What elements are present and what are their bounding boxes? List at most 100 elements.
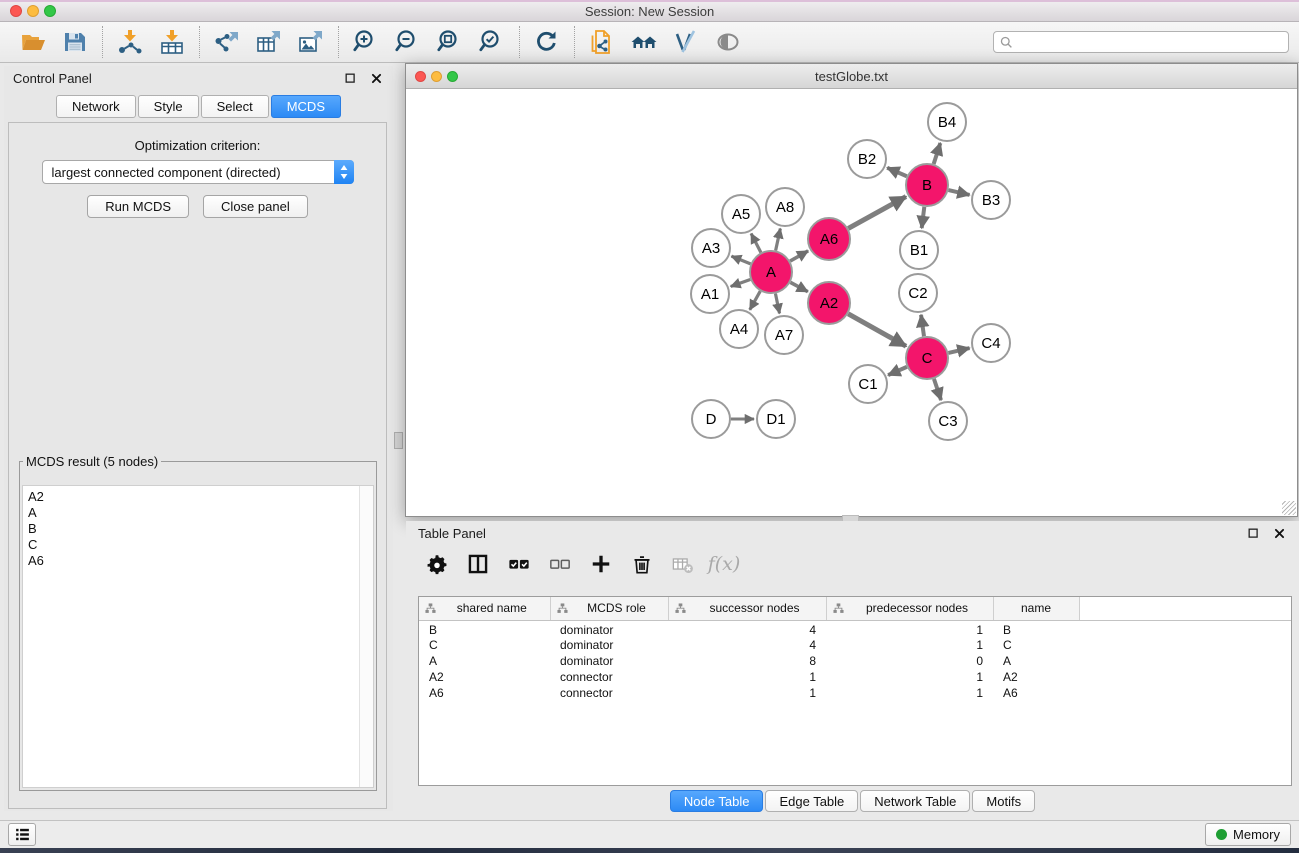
- refresh-button[interactable]: [532, 28, 562, 56]
- graph-edge-C-C4[interactable]: [948, 348, 969, 353]
- column-header-successor-nodes[interactable]: successor nodes: [668, 597, 826, 620]
- vertical-splitter-handle[interactable]: [394, 432, 403, 449]
- import-table-button[interactable]: [157, 28, 187, 56]
- network-canvas[interactable]: A A1 A2 A3 A4 A5 A6 A7 A8 B B1 B2 B3 B4 C C1 C2 C3 C4 D D1: [406, 90, 1297, 516]
- graph-node-A2[interactable]: A2: [808, 282, 850, 324]
- task-history-button[interactable]: [8, 823, 36, 846]
- search-box[interactable]: [993, 31, 1289, 53]
- delete-button[interactable]: [629, 551, 655, 577]
- graph-node-A8[interactable]: A8: [766, 188, 804, 226]
- tab-network-table[interactable]: Network Table: [860, 790, 970, 812]
- tab-motifs[interactable]: Motifs: [972, 790, 1035, 812]
- graph-node-B4[interactable]: B4: [928, 103, 966, 141]
- graph-node-A7[interactable]: A7: [765, 316, 803, 354]
- export-network-button[interactable]: [212, 28, 242, 56]
- open-file-button[interactable]: [18, 28, 48, 56]
- graph-edge-C-C3[interactable]: [934, 379, 941, 400]
- table-row[interactable]: Adominator80A: [419, 653, 1291, 669]
- close-panel-icon[interactable]: [368, 70, 384, 86]
- graph-node-A5[interactable]: A5: [722, 195, 760, 233]
- network-view-window: testGlobe.txt AA1A2A3A4A5A6A7A8BB1B2B3B4…: [405, 63, 1298, 517]
- graph-node-C4[interactable]: C4: [972, 324, 1010, 362]
- graph-edge-C-C1[interactable]: [888, 367, 907, 375]
- criterion-dropdown[interactable]: largest connected component (directed): [42, 160, 354, 184]
- graph-node-D[interactable]: D: [692, 400, 730, 438]
- export-image-button[interactable]: [296, 28, 326, 56]
- graph-edge-A2-C[interactable]: [848, 314, 906, 346]
- hide-panels-button[interactable]: [671, 28, 701, 56]
- table-float-panel-icon[interactable]: [1245, 525, 1261, 541]
- add-button[interactable]: [588, 551, 614, 577]
- select-all-button[interactable]: [506, 551, 532, 577]
- graph-node-C3[interactable]: C3: [929, 402, 967, 440]
- search-input[interactable]: [1017, 35, 1282, 49]
- graph-edge-A-A4[interactable]: [750, 291, 760, 310]
- graph-node-A1[interactable]: A1: [691, 275, 729, 313]
- graph-node-A3[interactable]: A3: [692, 229, 730, 267]
- column-header-mcds-role[interactable]: MCDS role: [550, 597, 668, 620]
- graph-edge-A-A8[interactable]: [776, 229, 781, 251]
- graph-node-B[interactable]: B: [906, 164, 948, 206]
- mcds-buttons-row: Run MCDS Close panel: [9, 195, 386, 218]
- graph-edge-B-B3[interactable]: [948, 190, 969, 195]
- graph-node-D1[interactable]: D1: [757, 400, 795, 438]
- zoom-out-button[interactable]: [393, 28, 423, 56]
- zoom-selected-button[interactable]: [477, 28, 507, 56]
- graph-node-C1[interactable]: C1: [849, 365, 887, 403]
- columns-button[interactable]: [465, 551, 491, 577]
- settings-button[interactable]: [424, 551, 450, 577]
- unselect-all-button[interactable]: [547, 551, 573, 577]
- network-minimize-traffic-light-icon[interactable]: [431, 71, 442, 82]
- network-from-file-button[interactable]: [587, 28, 617, 56]
- graph-node-B3[interactable]: B3: [972, 181, 1010, 219]
- column-header-predecessor-nodes[interactable]: predecessor nodes: [826, 597, 993, 620]
- graph-node-C2[interactable]: C2: [899, 274, 937, 312]
- tab-mcds[interactable]: MCDS: [271, 95, 341, 118]
- zoom-in-button[interactable]: [351, 28, 381, 56]
- result-scrollbar-track[interactable]: [359, 486, 373, 787]
- tab-select[interactable]: Select: [201, 95, 269, 118]
- tab-edge-table[interactable]: Edge Table: [765, 790, 858, 812]
- table-row[interactable]: Bdominator41B: [419, 620, 1291, 637]
- graph-edge-A-A1[interactable]: [731, 279, 751, 286]
- graph-node-C[interactable]: C: [906, 337, 948, 379]
- graph-node-A6[interactable]: A6: [808, 218, 850, 260]
- float-panel-icon[interactable]: [342, 70, 358, 86]
- home-button[interactable]: [629, 28, 659, 56]
- network-close-traffic-light-icon[interactable]: [415, 71, 426, 82]
- close-panel-button[interactable]: Close panel: [203, 195, 308, 218]
- show-view-button[interactable]: [713, 28, 743, 56]
- graph-edge-A-A7[interactable]: [775, 294, 779, 314]
- window-resize-grip-icon[interactable]: [1282, 501, 1296, 515]
- import-network-button[interactable]: [115, 28, 145, 56]
- graph-edge-A-A3[interactable]: [731, 256, 750, 264]
- graph-node-A[interactable]: A: [750, 251, 792, 293]
- graph-edge-B-B4[interactable]: [934, 143, 941, 164]
- export-image-icon: [298, 29, 324, 55]
- graph-edge-B-B1[interactable]: [922, 207, 925, 228]
- zoom-fit-button[interactable]: [435, 28, 465, 56]
- graph-edge-C-C2[interactable]: [921, 315, 924, 336]
- graph-node-A4[interactable]: A4: [720, 310, 758, 348]
- graph-edge-A6-B[interactable]: [848, 197, 906, 229]
- memory-button[interactable]: Memory: [1205, 823, 1291, 846]
- table-close-panel-icon[interactable]: [1271, 525, 1287, 541]
- column-header-name[interactable]: name: [993, 597, 1079, 620]
- tab-network[interactable]: Network: [56, 95, 136, 118]
- graph-edge-A-A2[interactable]: [790, 282, 807, 291]
- network-maximize-traffic-light-icon[interactable]: [447, 71, 458, 82]
- table-row[interactable]: Cdominator41C: [419, 637, 1291, 653]
- graph-edge-B-B2[interactable]: [887, 168, 907, 177]
- save-session-button[interactable]: [60, 28, 90, 56]
- run-mcds-button[interactable]: Run MCDS: [87, 195, 189, 218]
- column-header-shared-name[interactable]: shared name: [419, 597, 550, 620]
- table-row[interactable]: A6connector11A6: [419, 685, 1291, 701]
- graph-edge-A-A6[interactable]: [790, 251, 808, 261]
- table-row[interactable]: A2connector11A2: [419, 669, 1291, 685]
- graph-node-B1[interactable]: B1: [900, 231, 938, 269]
- tab-node-table[interactable]: Node Table: [670, 790, 764, 812]
- graph-node-B2[interactable]: B2: [848, 140, 886, 178]
- graph-edge-A-A5[interactable]: [751, 234, 761, 253]
- tab-style[interactable]: Style: [138, 95, 199, 118]
- export-table-button[interactable]: [254, 28, 284, 56]
